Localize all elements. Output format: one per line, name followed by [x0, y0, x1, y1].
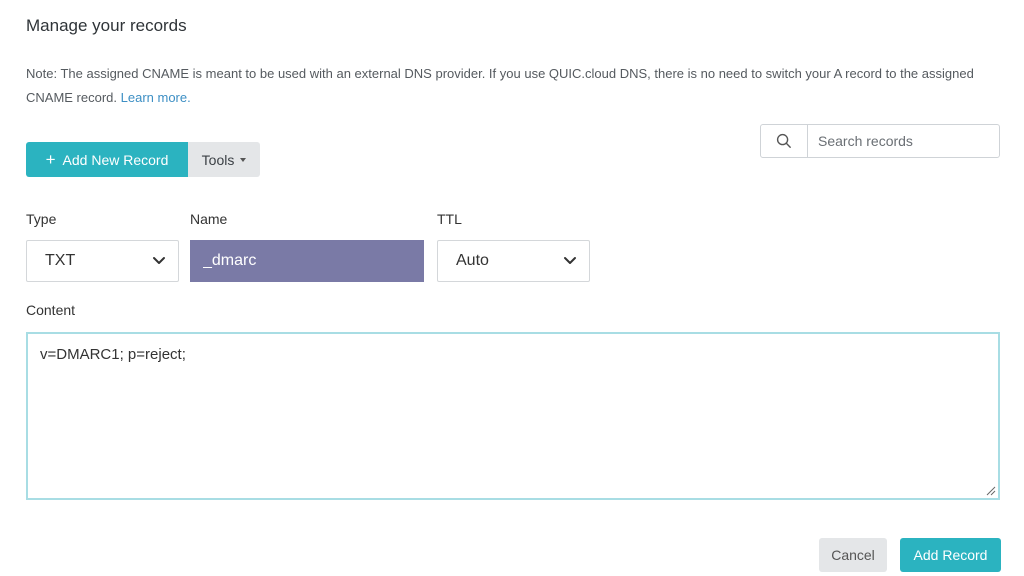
search-input[interactable] [808, 125, 999, 157]
caret-down-icon [240, 157, 247, 162]
add-record-button[interactable]: Add Record [900, 538, 1001, 572]
add-new-record-label: Add New Record [62, 151, 169, 168]
resize-handle-icon[interactable] [986, 486, 996, 496]
type-select[interactable]: TXT [26, 240, 179, 282]
tools-label: Tools [201, 151, 235, 168]
content-label: Content [26, 302, 76, 318]
name-input[interactable] [190, 240, 424, 282]
ttl-label: TTL [437, 211, 462, 227]
plus-icon: + [45, 150, 56, 169]
chevron-down-icon [153, 257, 165, 264]
type-label: Type [26, 211, 57, 227]
page-title: Manage your records [26, 16, 187, 35]
name-label: Name [190, 211, 228, 227]
tools-dropdown-button[interactable]: Tools [188, 142, 260, 177]
record-actions-group: + Add New Record Tools [26, 142, 260, 177]
cname-note: Note: The assigned CNAME is meant to be … [26, 62, 986, 110]
content-textarea[interactable]: v=DMARC1; p=reject; [26, 332, 1000, 500]
chevron-down-icon [564, 257, 576, 264]
search-button[interactable] [761, 125, 808, 157]
type-select-value: TXT [45, 252, 76, 269]
search-records-box [760, 124, 1000, 158]
search-icon [776, 133, 791, 148]
cancel-button[interactable]: Cancel [819, 538, 887, 572]
ttl-select-value: Auto [456, 252, 489, 269]
ttl-select[interactable]: Auto [437, 240, 590, 282]
add-new-record-button[interactable]: + Add New Record [26, 142, 188, 177]
learn-more-link[interactable]: Learn more. [121, 90, 191, 105]
